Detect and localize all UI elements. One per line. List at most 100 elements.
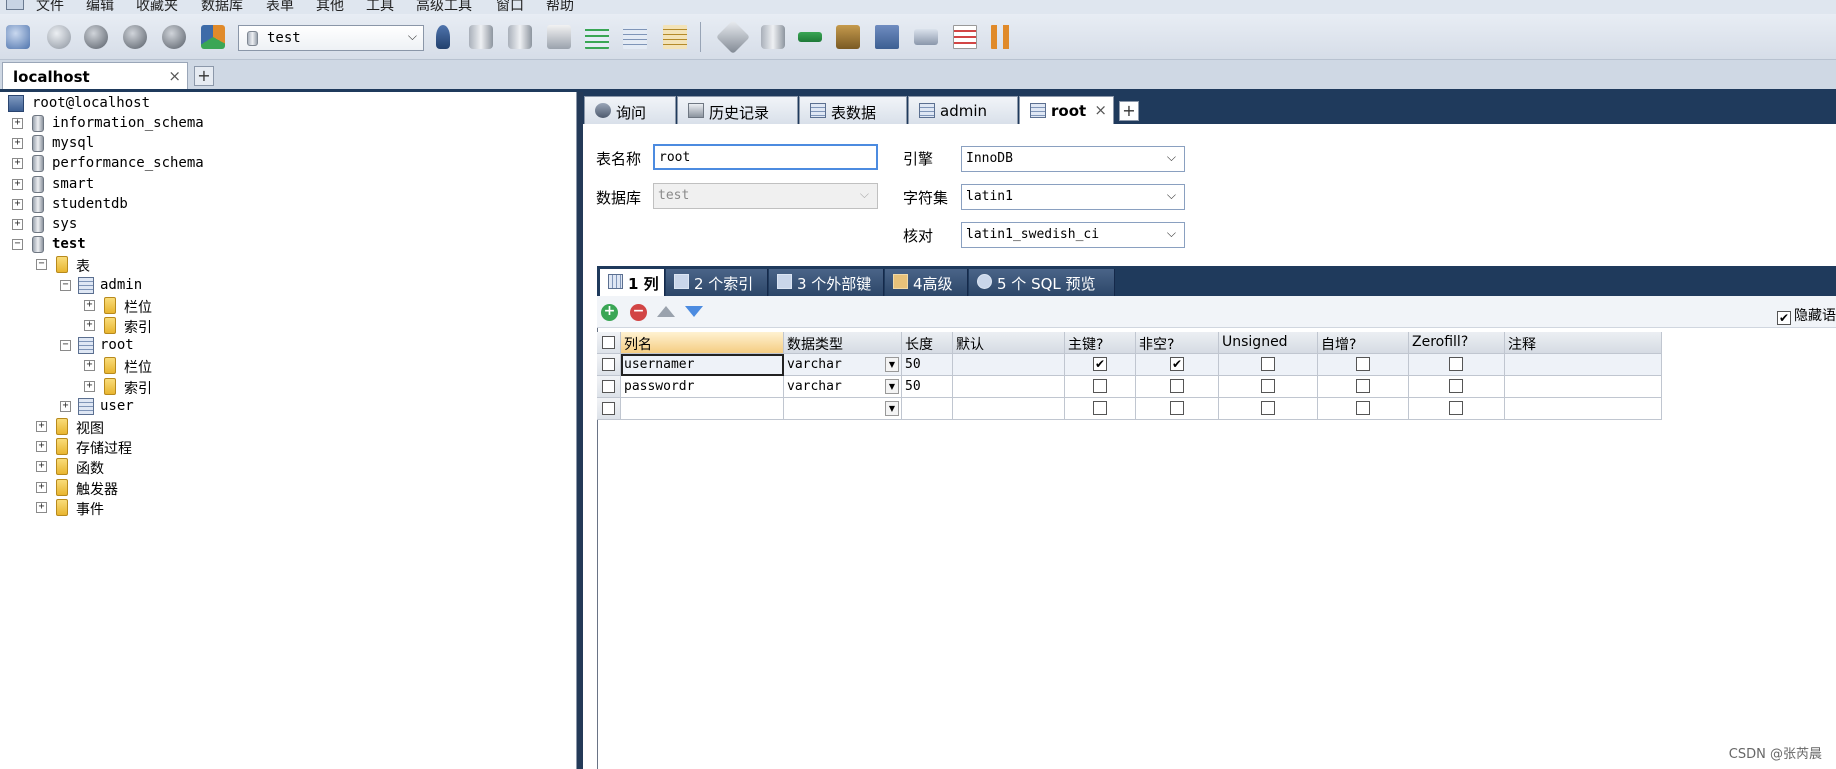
field-type-cell[interactable]: varchar ▼ bbox=[784, 376, 902, 398]
tab-foreign-keys[interactable]: 3 个外部键 bbox=[769, 269, 884, 296]
expand-icon[interactable]: + bbox=[12, 138, 23, 150]
checkbox-notnull[interactable] bbox=[1170, 357, 1184, 371]
field-length-cell[interactable]: 50 bbox=[902, 354, 953, 376]
checkbox-autoinc[interactable] bbox=[1356, 379, 1370, 393]
tab-advanced[interactable]: 4高级 bbox=[885, 269, 968, 296]
new-database-button[interactable] bbox=[44, 22, 74, 52]
field-comment-cell[interactable] bbox=[1505, 354, 1662, 376]
field-zerofill-cell[interactable] bbox=[1409, 376, 1505, 398]
menu-table[interactable]: 表单 bbox=[266, 0, 294, 14]
expand-icon[interactable]: + bbox=[84, 380, 95, 392]
expand-icon[interactable]: + bbox=[36, 481, 47, 493]
expand-icon[interactable]: + bbox=[36, 501, 47, 513]
expand-icon[interactable]: + bbox=[12, 118, 23, 129]
field-autoinc-cell[interactable] bbox=[1318, 354, 1409, 376]
connect-button[interactable] bbox=[3, 22, 33, 52]
stop-button[interactable] bbox=[159, 22, 189, 52]
column-header[interactable]: 注释 bbox=[1505, 332, 1662, 354]
schedule-button[interactable] bbox=[872, 22, 902, 52]
field-unsigned-cell[interactable] bbox=[1219, 376, 1318, 398]
menu-tools[interactable]: 工具 bbox=[366, 0, 394, 14]
table-structure-button[interactable] bbox=[660, 22, 690, 52]
tab-query[interactable]: 询问 bbox=[584, 96, 676, 124]
field-length-cell[interactable] bbox=[902, 398, 953, 420]
select-all-checkbox[interactable] bbox=[597, 332, 621, 354]
expand-icon[interactable]: + bbox=[84, 320, 95, 331]
collapse-icon[interactable]: − bbox=[60, 340, 71, 352]
charset-select[interactable]: latin1 ⌵ bbox=[961, 184, 1185, 210]
expand-icon[interactable]: + bbox=[36, 441, 47, 453]
connection-tab-localhost[interactable]: localhost × bbox=[2, 62, 188, 90]
move-up-icon[interactable] bbox=[657, 306, 675, 317]
expand-icon[interactable]: + bbox=[36, 421, 47, 432]
import-button[interactable] bbox=[544, 22, 574, 52]
field-comment-cell[interactable] bbox=[1505, 376, 1662, 398]
move-down-icon[interactable] bbox=[685, 306, 703, 317]
field-zerofill-cell[interactable] bbox=[1409, 398, 1505, 420]
column-header[interactable]: 长度 bbox=[902, 332, 953, 354]
expand-icon[interactable]: + bbox=[12, 178, 23, 190]
menu-window[interactable]: 窗口 bbox=[496, 0, 524, 14]
tab-admin[interactable]: admin bbox=[908, 96, 1018, 124]
menu-help[interactable]: 帮助 bbox=[546, 0, 574, 14]
menu-other[interactable]: 其他 bbox=[316, 0, 344, 14]
checkbox-unsigned[interactable] bbox=[1261, 379, 1275, 393]
backup-button[interactable] bbox=[466, 22, 496, 52]
field-type-cell[interactable]: ▼ bbox=[784, 398, 902, 420]
checkbox-pk[interactable] bbox=[1093, 357, 1107, 371]
field-pk-cell[interactable] bbox=[1065, 354, 1136, 376]
collapse-icon[interactable]: − bbox=[60, 279, 71, 291]
schema-button[interactable] bbox=[198, 22, 228, 52]
field-default-cell[interactable] bbox=[953, 376, 1065, 398]
execute-button[interactable] bbox=[81, 22, 111, 52]
checkbox-unsigned[interactable] bbox=[1261, 357, 1275, 371]
model-button[interactable] bbox=[911, 22, 941, 52]
menu-favorites[interactable]: 收藏夹 bbox=[136, 0, 178, 14]
checkbox-pk[interactable] bbox=[1093, 401, 1107, 415]
field-zerofill-cell[interactable] bbox=[1409, 354, 1505, 376]
column-header[interactable]: 非空? bbox=[1136, 332, 1219, 354]
column-header[interactable]: Unsigned bbox=[1219, 332, 1318, 354]
field-notnull-cell[interactable] bbox=[1136, 354, 1219, 376]
column-header[interactable]: 数据类型 bbox=[784, 332, 902, 354]
add-tab-button[interactable]: + bbox=[1119, 101, 1139, 121]
field-unsigned-cell[interactable] bbox=[1219, 354, 1318, 376]
tab-table-data[interactable]: 表数据 bbox=[799, 96, 907, 124]
table-data-button[interactable] bbox=[620, 22, 650, 52]
close-icon[interactable]: × bbox=[168, 67, 181, 85]
add-connection-tab-button[interactable]: + bbox=[194, 66, 214, 86]
structure-sync-button[interactable] bbox=[795, 22, 825, 52]
er-diagram-button[interactable] bbox=[988, 22, 1018, 52]
expand-icon[interactable]: + bbox=[12, 158, 23, 170]
checkbox-zerofill[interactable] bbox=[1449, 379, 1463, 393]
expand-icon[interactable]: + bbox=[12, 198, 23, 210]
row-selector[interactable] bbox=[597, 376, 621, 398]
tab-columns[interactable]: 1 列 bbox=[600, 269, 665, 296]
expand-icon[interactable]: + bbox=[60, 400, 71, 412]
field-length-cell[interactable]: 50 bbox=[902, 376, 953, 398]
add-field-button[interactable]: + bbox=[601, 304, 618, 321]
transfer-button[interactable] bbox=[833, 22, 863, 52]
row-selector[interactable] bbox=[597, 354, 621, 376]
field-pk-cell[interactable] bbox=[1065, 398, 1136, 420]
field-comment-cell[interactable] bbox=[1505, 398, 1662, 420]
field-type-cell[interactable]: varchar ▼ bbox=[784, 354, 902, 376]
collapse-icon[interactable]: − bbox=[36, 259, 47, 271]
tab-history[interactable]: 历史记录 bbox=[677, 96, 798, 124]
field-notnull-cell[interactable] bbox=[1136, 376, 1219, 398]
column-header[interactable]: 列名 bbox=[621, 332, 784, 354]
menu-file[interactable]: 文件 bbox=[36, 0, 64, 14]
field-notnull-cell[interactable] bbox=[1136, 398, 1219, 420]
table-name-input[interactable]: root bbox=[653, 144, 878, 170]
menu-advanced-tools[interactable]: 高级工具 bbox=[416, 0, 472, 14]
field-unsigned-cell[interactable] bbox=[1219, 398, 1318, 420]
collapse-icon[interactable]: − bbox=[12, 239, 23, 251]
checkbox-pk[interactable] bbox=[1093, 379, 1107, 393]
column-header[interactable]: 自增? bbox=[1318, 332, 1409, 354]
restore-button[interactable] bbox=[505, 22, 535, 52]
field-name-cell[interactable] bbox=[621, 398, 784, 420]
tab-root[interactable]: root × bbox=[1019, 96, 1114, 124]
report-button[interactable] bbox=[950, 22, 980, 52]
dropdown-arrow-icon[interactable]: ▼ bbox=[885, 379, 899, 394]
close-icon[interactable]: × bbox=[1094, 101, 1107, 119]
